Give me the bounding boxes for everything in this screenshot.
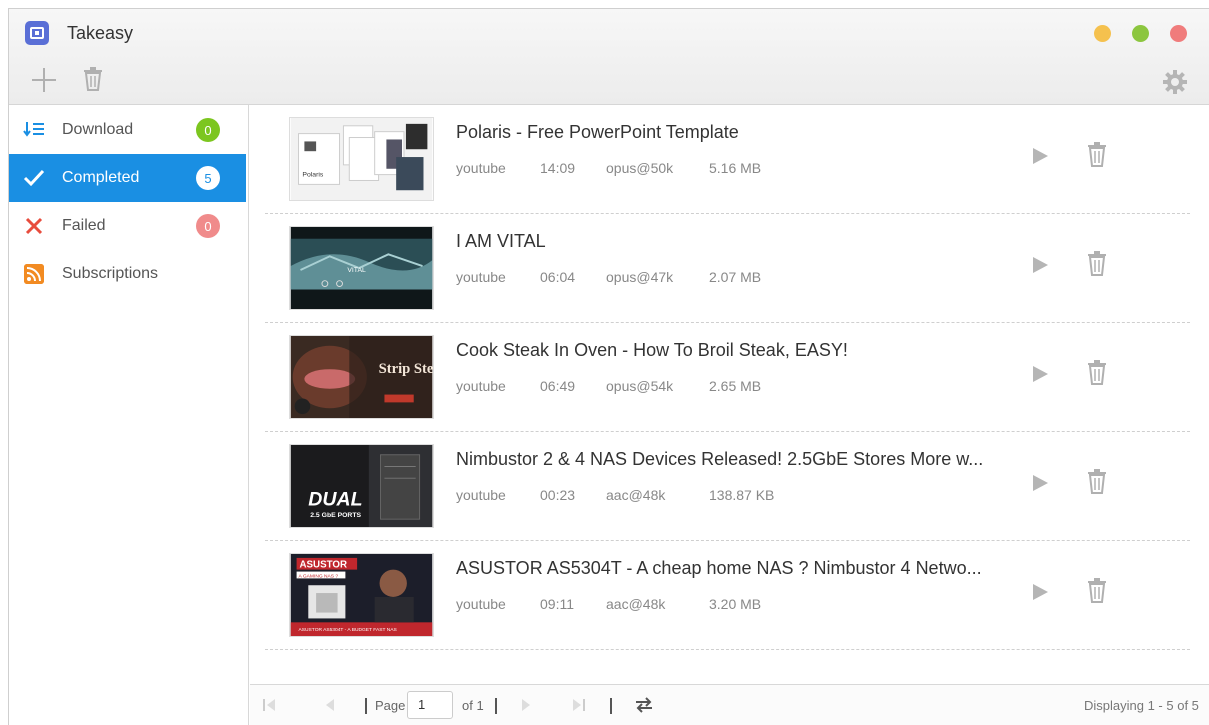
thumbnail-caption: Strip Steak (379, 361, 434, 377)
sidebar: Download 0 Completed 5 Failed 0 Subscrip… (9, 105, 249, 725)
count-badge: 5 (196, 166, 220, 190)
previous-page-icon[interactable] (322, 697, 338, 713)
page-number-input[interactable]: 1 (407, 691, 453, 719)
download-list-icon (23, 122, 44, 137)
first-page-icon[interactable] (262, 697, 278, 713)
maximize-button[interactable] (1132, 25, 1149, 42)
video-source: youtube (456, 269, 506, 285)
sidebar-item-label: Completed (62, 169, 140, 186)
video-thumbnail[interactable]: ASUSTOR A GAMING NAS ? ASUSTOR AS5304T -… (289, 553, 434, 637)
thumbnail-subcaption: 2.5 GbE PORTS (310, 512, 361, 519)
video-duration: 06:49 (540, 378, 576, 394)
video-duration: 06:04 (540, 269, 576, 285)
sidebar-item-label: Failed (62, 217, 106, 234)
trash-icon[interactable] (1087, 141, 1107, 167)
video-title: I AM VITAL (456, 231, 546, 251)
trash-icon[interactable] (1087, 250, 1107, 276)
thumbnail-caption: VITAL (347, 267, 366, 274)
sidebar-item-download[interactable]: Download 0 (9, 106, 246, 154)
video-duration: 09:11 (540, 596, 574, 612)
play-icon[interactable] (1030, 146, 1050, 166)
file-size: 2.07 MB (709, 269, 762, 285)
video-source: youtube (456, 160, 506, 176)
video-title: Cook Steak In Oven - How To Broil Steak,… (456, 340, 848, 360)
rss-icon (23, 263, 45, 285)
title-bar: Takeasy (9, 9, 1209, 105)
video-source: youtube (456, 378, 506, 394)
sidebar-item-completed[interactable]: Completed 5 (9, 154, 246, 202)
video-title: Polaris - Free PowerPoint Template (456, 122, 739, 142)
video-duration: 00:23 (540, 487, 576, 503)
play-icon[interactable] (1030, 364, 1050, 384)
sidebar-item-label: Subscriptions (62, 265, 159, 282)
pager-divider (365, 698, 367, 714)
play-icon[interactable] (1030, 473, 1050, 493)
play-icon[interactable] (1030, 255, 1050, 275)
video-title: ASUSTOR AS5304T - A cheap home NAS ? Nim… (456, 558, 982, 578)
video-thumbnail[interactable]: VITAL (289, 226, 434, 310)
list-item[interactable]: DUAL 2.5 GbE PORTS Nimbustor 2 & 4 NAS D… (265, 432, 1190, 541)
last-page-icon[interactable] (570, 697, 586, 713)
audio-format: aac@48k (606, 596, 666, 612)
video-duration: 14:09 (540, 160, 576, 176)
add-icon[interactable] (31, 67, 57, 93)
count-badge: 0 (196, 118, 220, 142)
video-thumbnail[interactable]: Strip Steak (289, 335, 434, 419)
page-total-label: of 1 (462, 698, 484, 713)
download-list: Polaris Polaris - Free PowerPoint Templa… (250, 105, 1209, 683)
trash-icon[interactable] (83, 67, 103, 91)
app-logo-icon (25, 21, 49, 45)
file-size: 138.87 KB (709, 487, 775, 503)
trash-icon[interactable] (1087, 468, 1107, 494)
video-thumbnail[interactable]: DUAL 2.5 GbE PORTS (289, 444, 434, 528)
file-size: 5.16 MB (709, 160, 762, 176)
next-page-icon[interactable] (518, 697, 534, 713)
sidebar-item-label: Download (62, 121, 134, 138)
list-item[interactable]: Polaris Polaris - Free PowerPoint Templa… (265, 105, 1190, 214)
video-thumbnail[interactable]: Polaris (289, 117, 434, 201)
count-badge: 0 (196, 214, 220, 238)
list-item[interactable]: ASUSTOR A GAMING NAS ? ASUSTOR AS5304T -… (265, 541, 1190, 650)
play-icon[interactable] (1030, 582, 1050, 602)
cross-icon (25, 217, 43, 235)
checkmark-icon (23, 169, 45, 187)
audio-format: aac@48k (606, 487, 666, 503)
video-title: Nimbustor 2 & 4 NAS Devices Released! 2.… (456, 449, 984, 469)
pagination-bar: Page 1 of 1 Displaying 1 - 5 of 5 (250, 684, 1209, 725)
display-count-text: Displaying 1 - 5 of 5 (1084, 698, 1199, 713)
thumbnail-caption: DUAL (308, 489, 362, 511)
list-item[interactable]: Strip Steak Cook Steak In Oven - How To … (265, 323, 1190, 432)
audio-format: opus@54k (606, 378, 674, 394)
thumbnail-caption: ASUSTOR (300, 560, 348, 571)
list-item[interactable]: VITAL I AM VITAL youtube 06:04 opus@47k … (265, 214, 1190, 323)
sidebar-item-subscriptions[interactable]: Subscriptions (9, 250, 246, 298)
page-label: Page (375, 698, 406, 713)
gear-icon[interactable] (1162, 69, 1188, 95)
thumbnail-footer: ASUSTOR AS5304T - A BUDGET FAST NAS (299, 627, 398, 633)
app-window: Takeasy Download 0 Completed 5 Failed 0 … (8, 8, 1209, 725)
audio-format: opus@47k (606, 269, 674, 285)
refresh-icon[interactable] (634, 696, 654, 714)
trash-icon[interactable] (1087, 577, 1107, 603)
thumbnail-caption: Polaris (302, 172, 323, 179)
minimize-button[interactable] (1094, 25, 1111, 42)
file-size: 2.65 MB (709, 378, 762, 394)
pager-divider (495, 698, 497, 714)
file-size: 3.20 MB (709, 596, 762, 612)
video-source: youtube (456, 487, 506, 503)
pager-divider (610, 698, 612, 714)
trash-icon[interactable] (1087, 359, 1107, 385)
sidebar-item-failed[interactable]: Failed 0 (9, 202, 246, 250)
close-button[interactable] (1170, 25, 1187, 42)
audio-format: opus@50k (606, 160, 674, 176)
app-title: Takeasy (67, 23, 134, 43)
thumbnail-subcaption: A GAMING NAS ? (299, 573, 339, 579)
video-source: youtube (456, 596, 506, 612)
